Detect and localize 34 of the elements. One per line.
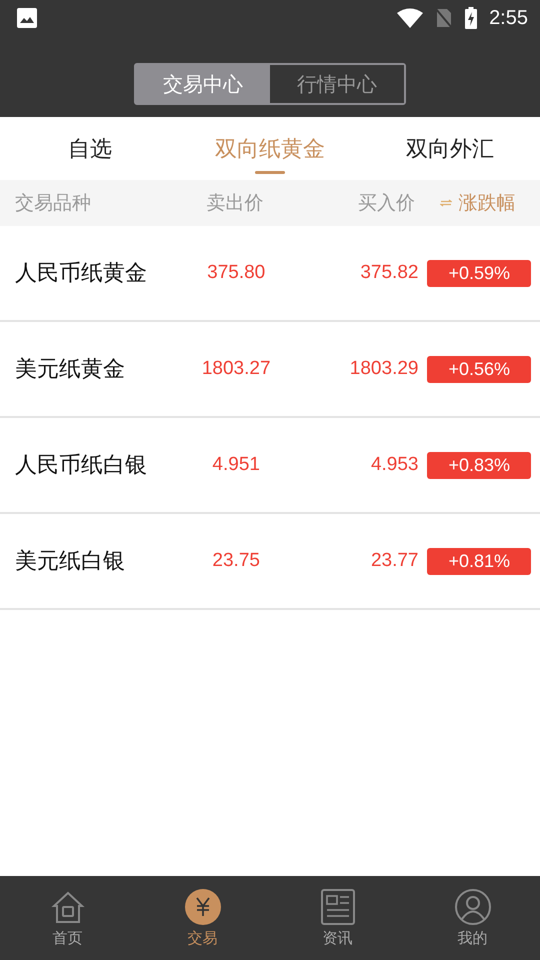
tab-indicator: [255, 171, 285, 174]
nav-item[interactable]: 资讯: [270, 876, 405, 960]
user-icon: [454, 888, 490, 924]
column-header: 卖出价: [206, 191, 264, 216]
buy-price: 1803.29: [348, 358, 418, 380]
swap-icon: [440, 199, 452, 207]
wifi-icon: [397, 8, 424, 28]
column-header: 买入价: [357, 191, 415, 216]
no-sim-icon: [435, 8, 454, 28]
change-badge: +0.56%: [427, 356, 532, 382]
nav-item[interactable]: 交易: [135, 876, 270, 960]
column-header: 交易品种: [14, 191, 92, 216]
product-name: 人民币纸白银: [14, 452, 148, 480]
nav-item[interactable]: 我的: [405, 876, 540, 960]
sell-price: 1803.27: [200, 358, 272, 380]
product-name: 人民币纸黄金: [14, 260, 148, 288]
change-badge: +0.59%: [427, 260, 532, 286]
status-time: 2:55: [489, 6, 528, 30]
image-icon: [17, 8, 37, 28]
buy-price: 375.82: [359, 262, 418, 284]
change-badge: +0.81%: [427, 548, 532, 574]
sell-price: 4.951: [211, 454, 261, 476]
nav-item[interactable]: 首页: [0, 876, 135, 960]
newspaper-icon: [320, 888, 356, 924]
yen-coin-icon: [184, 888, 220, 924]
product-name: 美元纸白银: [14, 548, 126, 576]
segment-tab[interactable]: 交易中心: [136, 65, 270, 103]
sell-price: 375.80: [206, 262, 266, 284]
buy-price: 23.77: [370, 550, 418, 572]
sell-price: 23.75: [211, 550, 261, 572]
change-badge: +0.83%: [427, 452, 532, 478]
battery-icon: [465, 7, 478, 29]
product-name: 美元纸黄金: [14, 356, 126, 384]
buy-price: 4.953: [370, 454, 418, 476]
